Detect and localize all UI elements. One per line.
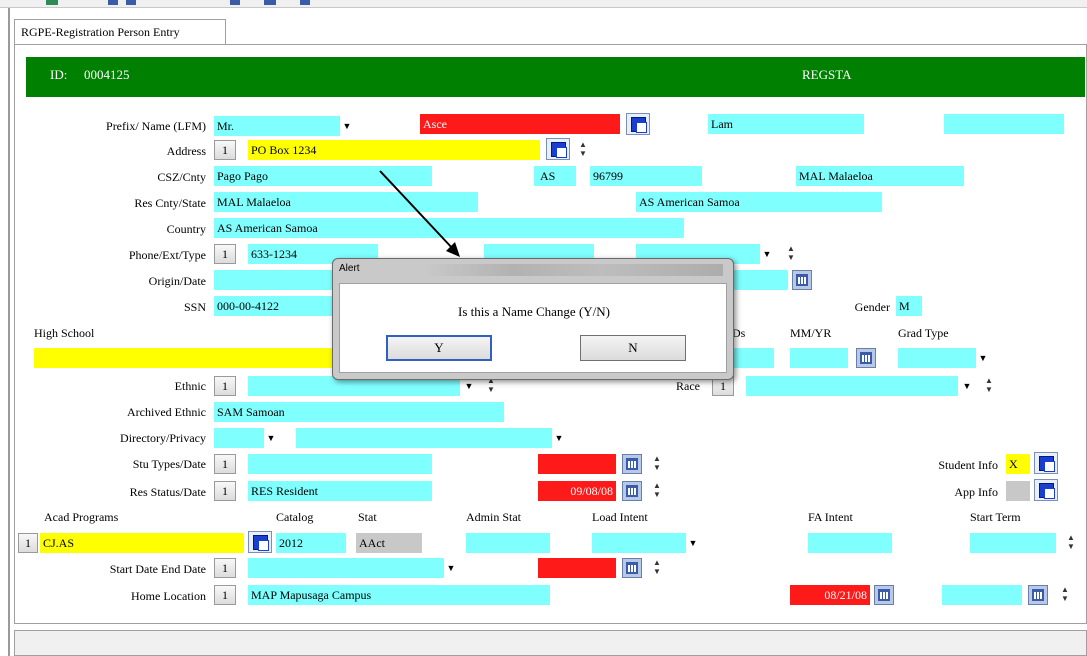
annotation-arrow (379, 170, 460, 257)
